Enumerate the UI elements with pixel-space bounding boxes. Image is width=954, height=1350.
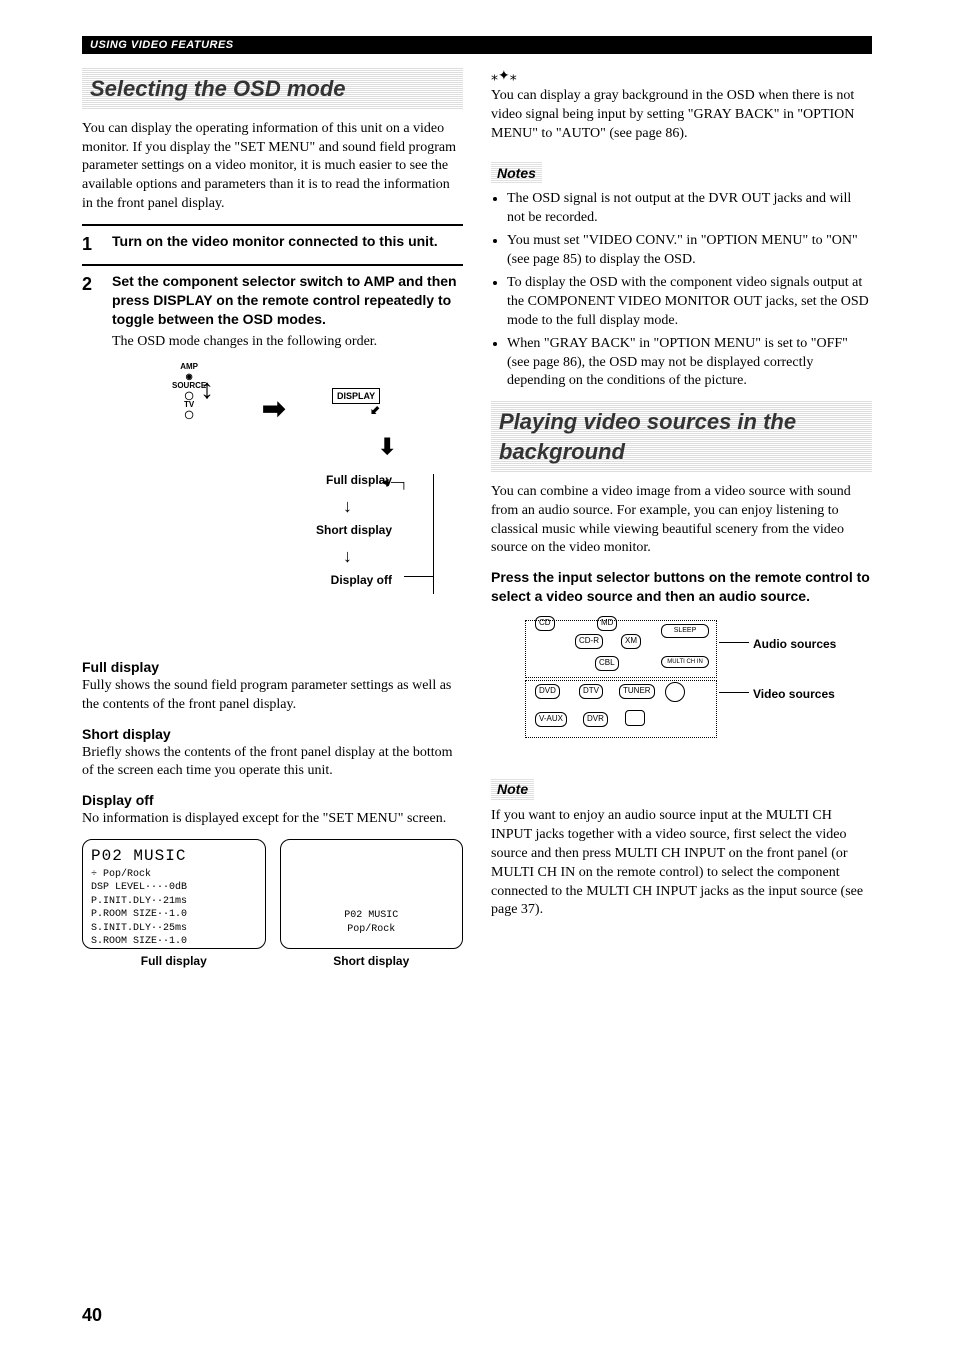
note-item: You must set "VIDEO CONV." in "OPTION ME… (507, 232, 872, 270)
remote-sources-diagram: MD CD CD-R XM SLEEP CBL MULTI CH IN DVD … (511, 616, 872, 756)
tip-icon: ⁎✦⁎ (491, 68, 872, 87)
screen-caption: Full display (82, 953, 266, 969)
step-subtext: The OSD mode changes in the following or… (112, 333, 463, 352)
display-off-text: No information is displayed except for t… (82, 810, 463, 829)
left-column: Selecting the OSD mode You can display t… (82, 68, 463, 977)
note-label: Note (491, 778, 534, 801)
arrow-down-icon: ⬇ (378, 432, 396, 462)
short-display-text: Briefly shows the contents of the front … (82, 744, 463, 782)
full-display-screen: P02 MUSIC ÷ Pop/Rock DSP LEVEL····0dB P.… (82, 839, 266, 949)
video-sources-label: Video sources (753, 686, 835, 702)
notes-list: The OSD signal is not output at the DVR … (491, 190, 872, 391)
note-item: The OSD signal is not output at the DVR … (507, 190, 872, 228)
screen-caption: Short display (280, 953, 464, 969)
osd-cycle-diagram: AMP◉ SOURCE◯ TV◯ ↕ ➡ DISPLAY ⬋ ⬇ Full di… (122, 362, 463, 642)
full-display-text: Fully shows the sound field program para… (82, 677, 463, 715)
tip-paragraph: You can display a gray background in the… (491, 87, 872, 144)
arrow-right-icon: ➡ (262, 390, 285, 428)
right-column: ⁎✦⁎ You can display a gray background in… (491, 68, 872, 977)
bg-intro: You can combine a video image from a vid… (491, 483, 872, 559)
cycle-off-label: Display off (331, 572, 392, 588)
full-display-heading: Full display (82, 658, 463, 677)
step-heading: Set the component selector switch to AMP… (112, 272, 463, 329)
display-off-heading: Display off (82, 791, 463, 810)
step-1: 1 Turn on the video monitor connected to… (82, 232, 463, 256)
notes-label: Notes (491, 162, 542, 185)
note-item: To display the OSD with the component vi… (507, 274, 872, 331)
page-number: 40 (82, 1305, 102, 1326)
bg-instruction: Press the input selector buttons on the … (491, 568, 872, 606)
intro-paragraph: You can display the operating informatio… (82, 120, 463, 214)
note-item: When "GRAY BACK" in "OPTION MENU" is set… (507, 335, 872, 392)
short-display-screen: P02 MUSIC Pop/Rock (280, 839, 464, 949)
audio-sources-label: Audio sources (753, 636, 836, 652)
step-number: 2 (82, 272, 100, 352)
arrow-down-icon: ↓ (343, 544, 352, 568)
step-heading: Turn on the video monitor connected to t… (112, 232, 463, 251)
arrow-down-icon: ↓ (343, 494, 352, 518)
section-title-background: Playing video sources in the background (491, 401, 872, 472)
short-display-heading: Short display (82, 725, 463, 744)
step-2: 2 Set the component selector switch to A… (82, 272, 463, 352)
section-header: USING VIDEO FEATURES (82, 36, 872, 54)
step-number: 1 (82, 232, 100, 256)
cycle-short-label: Short display (316, 522, 392, 538)
note-paragraph: If you want to enjoy an audio source inp… (491, 807, 872, 920)
section-title-osd: Selecting the OSD mode (82, 68, 463, 110)
